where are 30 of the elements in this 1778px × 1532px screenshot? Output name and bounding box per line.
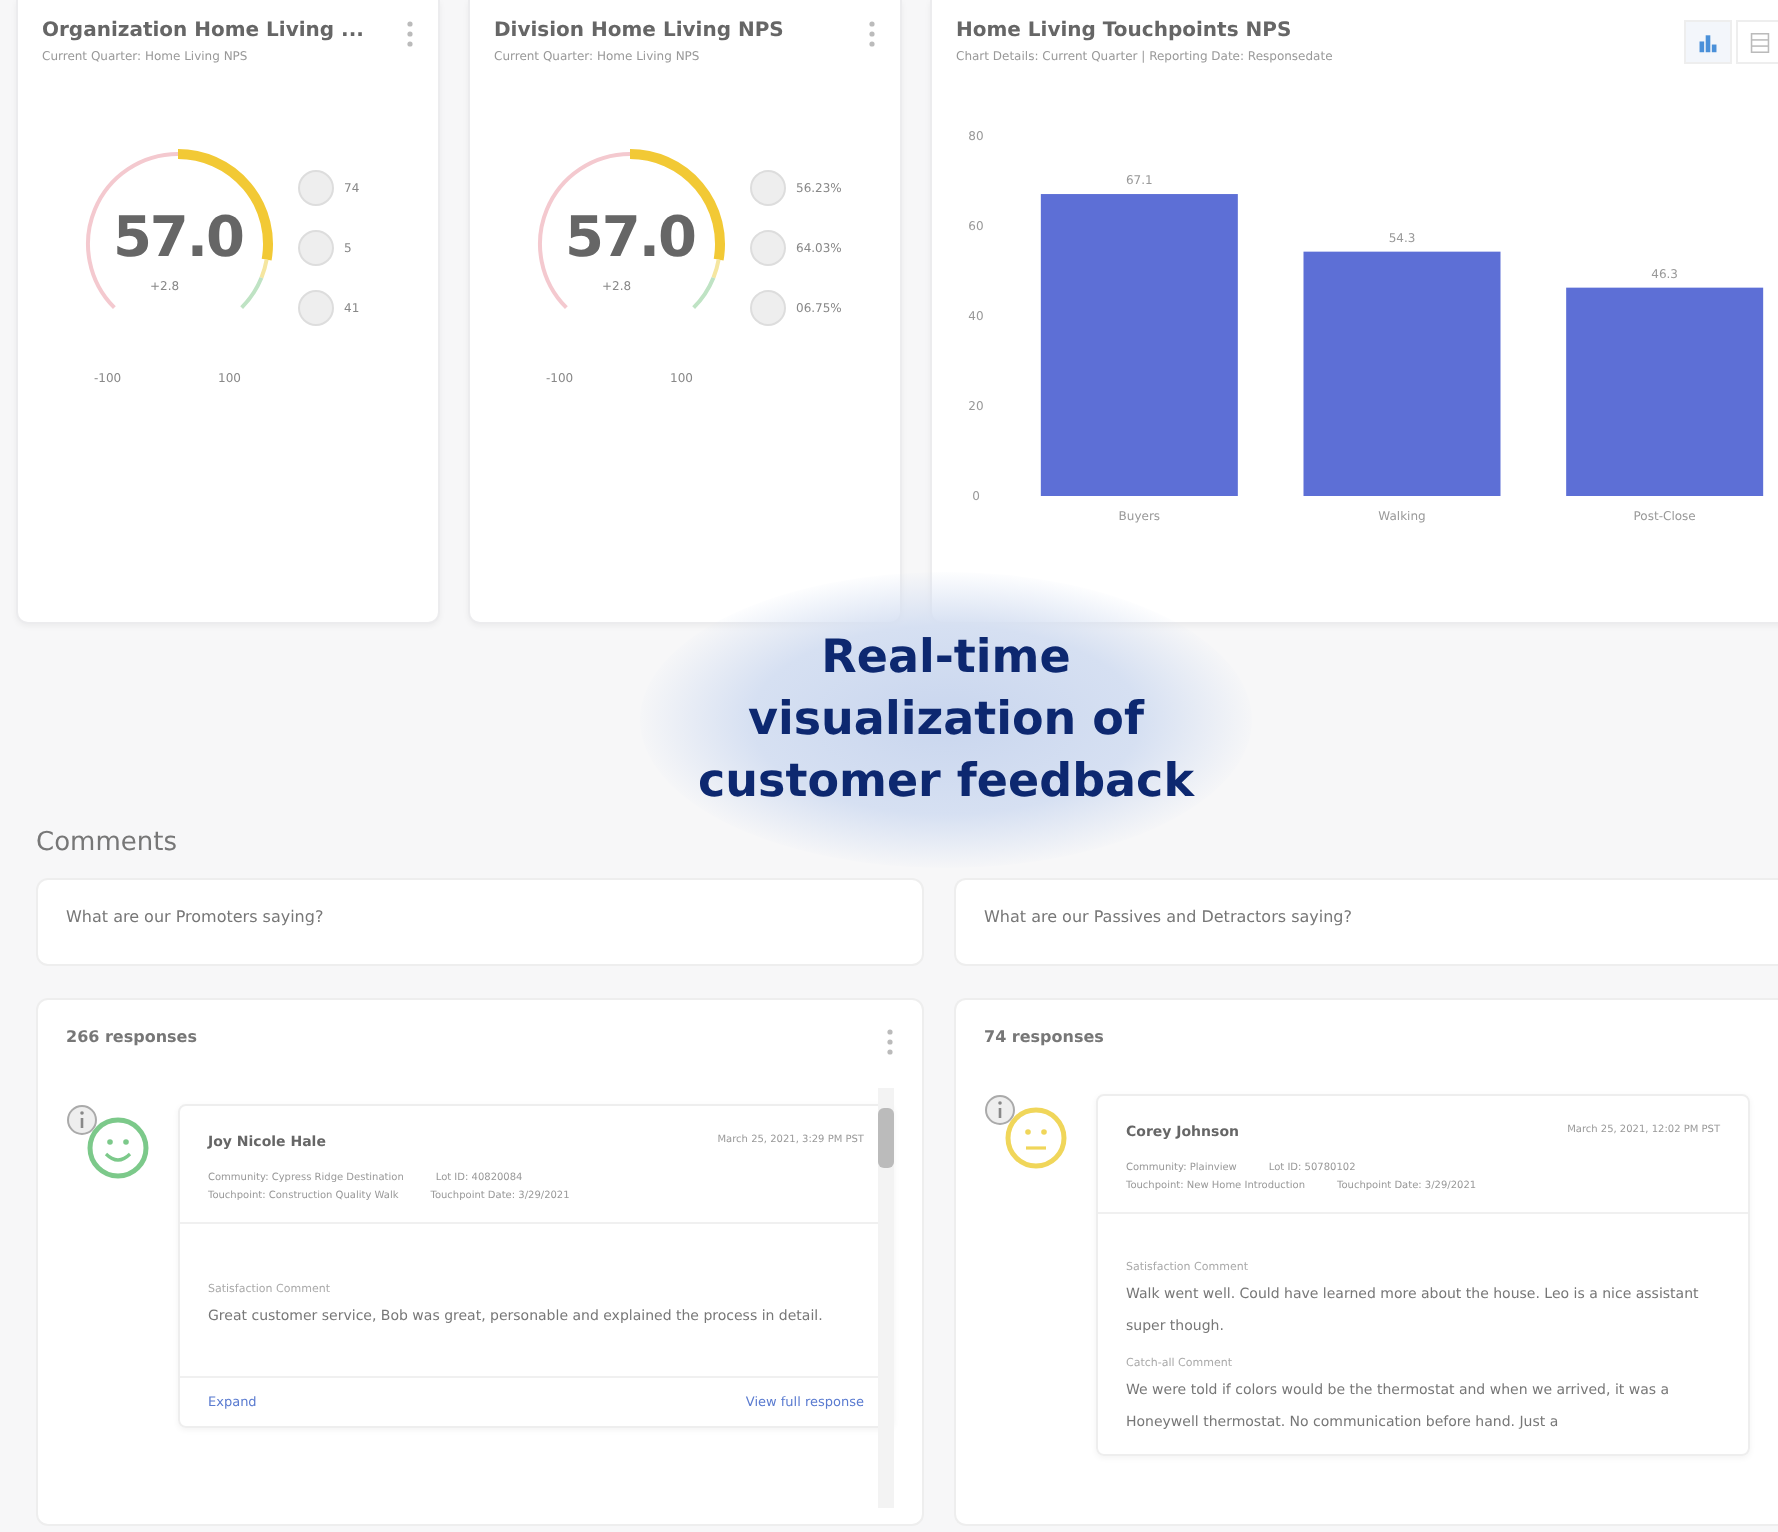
score-value: 57.0 xyxy=(110,204,246,270)
score-value: 57.0 xyxy=(562,204,698,270)
card-title: Division Home Living NPS xyxy=(494,20,784,42)
more-icon[interactable] xyxy=(886,1028,894,1056)
legend-icon xyxy=(750,230,786,266)
card-title: Organization Home Living ... xyxy=(42,20,364,42)
smiley-icon xyxy=(86,1116,150,1180)
smiley-icon xyxy=(1004,1106,1068,1170)
more-icon[interactable] xyxy=(868,20,876,48)
scrollbar[interactable] xyxy=(878,1088,894,1508)
legend-icon xyxy=(298,170,334,206)
callout-text: Real-time visualization of customer feedback xyxy=(696,629,1197,811)
response-count: 266 responses xyxy=(66,1028,197,1050)
legend-icon xyxy=(750,290,786,326)
question-card: What are our Passives and Detractors saying? xyxy=(954,878,1778,966)
table-view-button[interactable] xyxy=(1736,20,1778,64)
scrollbar-thumb[interactable] xyxy=(878,1108,894,1168)
table-icon xyxy=(1750,31,1770,53)
bar-chart-icon xyxy=(1698,31,1718,53)
response-count: 74 responses xyxy=(984,1028,1104,1046)
card-title: Home Living Touchpoints NPS xyxy=(956,20,1294,42)
legend-icon xyxy=(750,170,786,206)
legend-icon xyxy=(298,290,334,326)
info-icon xyxy=(984,1094,1016,1126)
info-icon xyxy=(66,1104,98,1136)
question-card: What are our Promoters saying? xyxy=(36,878,924,966)
legend-icon xyxy=(298,230,334,266)
chart-view-button[interactable] xyxy=(1684,20,1732,64)
more-icon[interactable] xyxy=(406,20,414,48)
section-title: Comments xyxy=(36,828,179,858)
